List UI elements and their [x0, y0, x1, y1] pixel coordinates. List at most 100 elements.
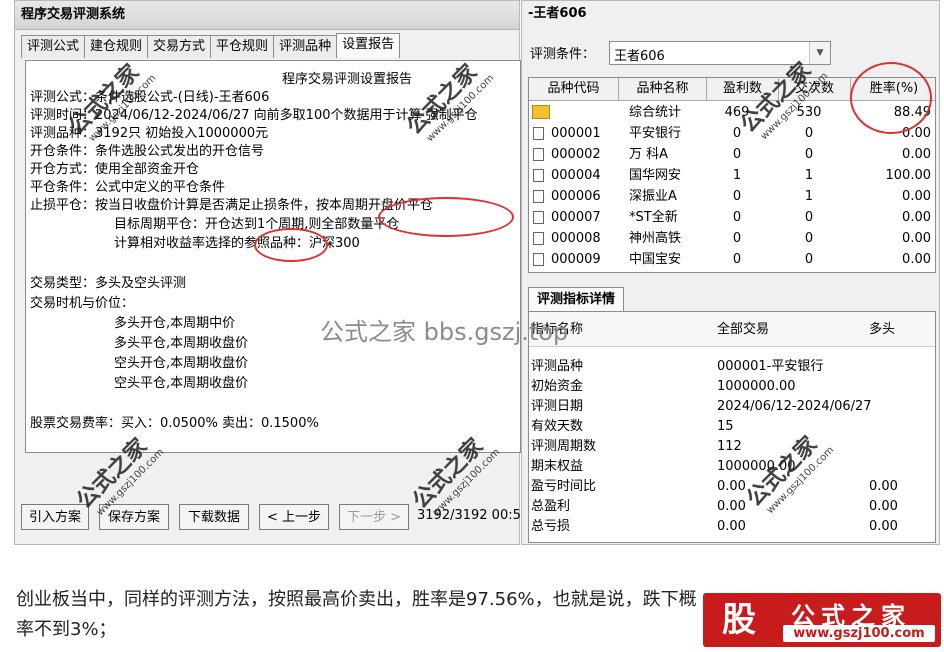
table-cell: 000009 [551, 252, 601, 267]
table-cell: 469 [724, 105, 750, 120]
document-icon [533, 148, 544, 161]
tab-open-rules[interactable]: 建仓规则 [84, 35, 149, 58]
metric-value: 0.00 [869, 479, 898, 494]
tab-formula[interactable]: 评测公式 [21, 35, 86, 58]
table-cell: *ST全新 [629, 210, 678, 225]
table-cell: 1 [732, 168, 742, 183]
table-cell: 综合统计 [629, 105, 682, 120]
chevron-down-icon[interactable]: ▼ [809, 42, 830, 64]
tab-symbols[interactable]: 评测品种 [273, 35, 338, 58]
table-cell: 中国宝安 [629, 252, 682, 267]
table-cell: 0 [732, 252, 742, 267]
table-row[interactable]: 000007 *ST全新 0 0 0.00 [529, 207, 935, 228]
table-cell: 万 科A [629, 147, 669, 162]
metric-value: 2024/06/12-2024/06/27 [717, 399, 872, 414]
table-cell: 000002 [551, 147, 601, 162]
table-row[interactable]: 综合统计 469 530 88.49 [529, 102, 935, 123]
report-line: 平仓条件：公式中定义的平仓条件 [30, 180, 226, 195]
details-head-cell: 全部交易 [717, 322, 770, 337]
table-cell: 国华网安 [629, 168, 682, 183]
table-cell: 000001 [551, 126, 601, 141]
table-row[interactable]: 000001 平安银行 0 0 0.00 [529, 123, 935, 144]
report-line: 股票交易费率：买入：0.0500% 卖出：0.1500% [30, 416, 319, 431]
report-line: 交易时机与价位： [30, 296, 135, 311]
table-cell: 0.00 [902, 189, 931, 204]
table-cell: 0 [804, 252, 814, 267]
prev-step-button[interactable]: < 上一步 [259, 504, 329, 530]
report-heading: 程序交易评测设置报告 [282, 72, 413, 87]
tab-report[interactable]: 设置报告 [336, 33, 401, 58]
table-cell: 0 [732, 210, 742, 225]
report-line: 开仓条件：条件选股公式发出的开仓信号 [30, 144, 265, 159]
table-cell: 0.00 [902, 210, 931, 225]
table-cell: 88.49 [893, 105, 931, 120]
table-cell: 0 [732, 231, 742, 246]
column-header[interactable]: 胜率(%) [851, 78, 935, 100]
stock-result-table: 品种代码 品种名称 盈利数 交次数 胜率(%) 综合统计 469 530 88.49 0… [528, 77, 936, 273]
document-icon [533, 190, 544, 203]
table-cell: 神州高铁 [629, 231, 682, 246]
metric-name: 盈亏时间比 [531, 479, 597, 494]
report-line: 多头开仓,本周期中价 [114, 316, 236, 331]
table-cell: 0.00 [902, 147, 931, 162]
tab-metric-details[interactable]: 评测指标详情 [528, 287, 625, 312]
save-plan-button[interactable]: 保存方案 [99, 504, 169, 530]
document-icon [533, 253, 544, 266]
metric-value: 15 [717, 419, 734, 434]
column-header[interactable]: 品种名称 [619, 78, 707, 100]
metric-details-panel: 指标名称 全部交易 多头 评测品种 000001-平安银行 初始资金 1000000.… [528, 311, 936, 543]
table-cell: 000004 [551, 168, 601, 183]
metric-value: 0.00 [869, 519, 898, 534]
report-line: 评测公式：条件选股公式-(日线)-王者606 [30, 90, 270, 105]
report-line: 开仓方式：使用全部资金开仓 [30, 162, 200, 177]
table-cell: 0 [804, 147, 814, 162]
metric-value: 000001-平安银行 [717, 359, 824, 374]
metric-name: 评测周期数 [531, 439, 597, 454]
center-watermark: 公式之家 bbs.gszj.top [320, 318, 569, 346]
next-step-button[interactable]: 下一步 > [339, 504, 409, 530]
tab-trade-mode[interactable]: 交易方式 [147, 35, 212, 58]
table-cell: 0 [804, 210, 814, 225]
document-icon [533, 211, 544, 224]
settings-report: 程序交易评测设置报告 评测公式：条件选股公式-(日线)-王者606 评测时间：2… [25, 60, 521, 453]
document-icon [533, 232, 544, 245]
document-icon [533, 127, 544, 140]
report-line: 空头平仓,本周期收盘价 [114, 376, 249, 391]
metric-name: 期末权益 [531, 459, 584, 474]
report-line: 止损平仓：按当日收盘价计算是否满足止损条件，按本周期开盘价平仓 [30, 198, 434, 213]
metric-value: 1000000.00 [717, 379, 796, 394]
import-plan-button[interactable]: 引入方案 [21, 504, 89, 530]
tab-close-rules[interactable]: 平仓规则 [210, 35, 275, 58]
download-data-button[interactable]: 下载数据 [179, 504, 249, 530]
table-cell: 0 [732, 126, 742, 141]
table-cell [551, 102, 617, 123]
logo-mark: 股 [722, 600, 756, 640]
report-line: 空头开仓,本周期收盘价 [114, 356, 249, 371]
condition-select[interactable]: 王者606 ▼ [609, 41, 831, 65]
result-title: -王者606 [528, 6, 587, 21]
table-row[interactable]: 000006 深振业A 0 1 0.00 [529, 186, 935, 207]
metric-name: 评测品种 [531, 359, 584, 374]
table-row[interactable]: 000008 神州高铁 0 0 0.00 [529, 228, 935, 249]
table-row[interactable]: 000002 万 科A 0 0 0.00 [529, 144, 935, 165]
table-row[interactable]: 000004 国华网安 1 1 100.00 [529, 165, 935, 186]
column-header[interactable]: 盈利数 [707, 78, 779, 100]
settings-tabs: 评测公式 建仓规则 交易方式 平仓规则 评测品种 设置报告 [21, 33, 401, 59]
metric-value: 0.00 [717, 519, 746, 534]
report-line: 多头平仓,本周期收盘价 [114, 336, 249, 351]
table-cell: 1 [804, 189, 814, 204]
table-header: 品种代码 品种名称 盈利数 交次数 胜率(%) [529, 78, 935, 101]
document-icon [533, 169, 544, 182]
details-head-cell: 多头 [869, 322, 896, 337]
column-header[interactable]: 品种代码 [529, 78, 619, 100]
table-cell: 000007 [551, 210, 601, 225]
table-row[interactable]: 000009 中国宝安 0 0 0.00 [529, 249, 935, 270]
table-cell: 0 [804, 231, 814, 246]
table-cell: 0.00 [902, 126, 931, 141]
metric-value: 112 [717, 439, 742, 454]
table-cell: 0 [732, 147, 742, 162]
window-title: 程序交易评测系统 [15, 1, 519, 30]
column-header[interactable]: 交次数 [779, 78, 851, 100]
table-cell: 000006 [551, 189, 601, 204]
evaluation-system-window: 程序交易评测系统 评测公式 建仓规则 交易方式 平仓规则 评测品种 设置报告 程… [14, 0, 521, 545]
